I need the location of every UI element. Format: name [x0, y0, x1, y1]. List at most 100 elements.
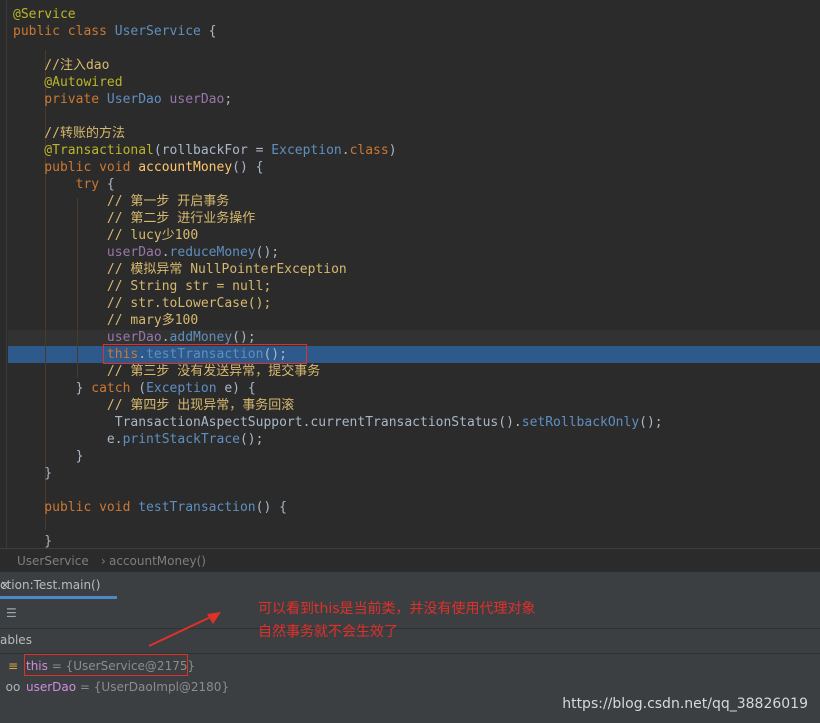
highlight-box-this-var	[24, 654, 188, 676]
code-token: accountMoney	[138, 160, 233, 175]
code-line[interactable]: }	[13, 465, 52, 482]
code-token: ();	[232, 330, 256, 345]
code-line[interactable]: //转账的方法	[13, 125, 125, 142]
breadcrumb-method[interactable]: accountMoney()	[109, 554, 206, 568]
code-line[interactable]: private UserDao userDao;	[13, 91, 232, 108]
code-token: () {	[255, 500, 287, 515]
code-line[interactable]: // 第二步 进行业务操作	[13, 210, 255, 227]
code-line[interactable]: public void accountMoney() {	[13, 159, 263, 176]
variable-row[interactable]: oo userDao = {UserDaoImpl@2180}	[0, 677, 229, 697]
code-token: (rollbackFor =	[153, 143, 272, 158]
tab-debug-session[interactable]: ction:Test.main() ×	[0, 572, 117, 599]
code-token: }	[13, 466, 53, 481]
code-line[interactable]: }	[13, 448, 84, 465]
code-line[interactable]: } catch (Exception e) {	[13, 380, 256, 397]
code-token: (	[138, 381, 147, 396]
frames-icon[interactable]: ☰	[6, 606, 20, 620]
breadcrumb: UserService › accountMoney()	[0, 548, 820, 573]
code-token: @Autowired	[13, 75, 123, 90]
code-line[interactable]: e.printStackTrace();	[13, 431, 264, 448]
code-line[interactable]: @Autowired	[13, 74, 123, 91]
code-token: userDao	[13, 330, 162, 345]
code-token: // 第一步 开启事务	[13, 194, 230, 209]
code-line[interactable]: // mary多100	[13, 312, 198, 329]
code-token: ().	[498, 415, 522, 430]
close-icon[interactable]: ×	[0, 578, 10, 592]
code-token: e.	[13, 432, 123, 447]
code-line[interactable]: // 第一步 开启事务	[13, 193, 229, 210]
code-line[interactable]: try {	[13, 176, 115, 193]
code-token: }	[13, 381, 92, 396]
code-token: {	[200, 24, 217, 39]
code-token: ();	[639, 415, 663, 430]
code-token: // mary多100	[13, 313, 199, 328]
code-token: )	[388, 143, 397, 158]
code-token: ();	[239, 432, 264, 447]
code-token: UserDao	[106, 92, 170, 107]
code-line[interactable]: TransactionAspectSupport.currentTransact…	[13, 414, 663, 431]
code-token: public void	[13, 160, 139, 175]
annotation-line-1: 可以看到this是当前类，并没有使用代理对象	[258, 601, 536, 617]
code-line[interactable]: public void testTransaction() {	[13, 499, 287, 516]
variable-value: {UserDaoImpl@2180}	[93, 680, 230, 694]
code-token: // String str = null;	[13, 279, 272, 294]
code-token: public class	[13, 24, 115, 39]
code-token: }	[13, 449, 84, 464]
variable-equals: =	[76, 680, 94, 694]
code-token: ;	[224, 92, 233, 107]
annotation-arrow	[148, 612, 221, 647]
code-token: //转账的方法	[13, 126, 125, 141]
code-token: e) {	[224, 381, 256, 396]
code-line[interactable]: // String str = null;	[13, 278, 271, 295]
code-token: () {	[232, 160, 264, 175]
tab-label: ction:Test.main()	[0, 578, 101, 592]
code-token: currentTransactionStatus	[310, 415, 499, 430]
code-token: userDao	[13, 245, 162, 260]
variables-header: ables	[0, 633, 32, 647]
annotation-line-2: 自然事务就不会生效了	[258, 624, 398, 640]
code-line[interactable]: // 第三步 没有发送异常，提交事务	[13, 363, 320, 380]
code-token: class	[349, 143, 389, 158]
code-token: userDao	[169, 92, 225, 107]
code-line[interactable]: }	[13, 533, 52, 548]
code-token: private	[13, 92, 107, 107]
code-token: try	[13, 177, 107, 192]
code-token: //注入dao	[13, 58, 110, 73]
code-token: // str.toLowerCase();	[13, 296, 272, 311]
code-token: reduceMoney	[169, 245, 256, 260]
code-line[interactable]: // lucy少100	[13, 227, 198, 244]
code-token: @Transactional	[13, 143, 154, 158]
breadcrumb-class[interactable]: UserService	[17, 554, 89, 568]
code-token: public void	[13, 500, 139, 515]
field-icon: ≡	[7, 659, 19, 673]
code-line[interactable]: @Transactional(rollbackFor = Exception.c…	[13, 142, 397, 159]
code-token: addMoney	[169, 330, 233, 345]
code-line[interactable]: userDao.reduceMoney();	[13, 244, 279, 261]
code-line[interactable]: // 模拟异常 NullPointerException	[13, 261, 347, 278]
code-token: @Service	[13, 7, 76, 22]
gutter	[6, 0, 7, 548]
code-token: catch	[91, 381, 139, 396]
code-token: printStackTrace	[122, 432, 240, 447]
divider	[0, 628, 820, 629]
watch-icon: oo	[5, 680, 21, 694]
code-line[interactable]: public class UserService {	[13, 23, 217, 40]
code-line[interactable]: // 第四步 出现异常，事务回滚	[13, 397, 294, 414]
code-token: Exception	[146, 381, 225, 396]
code-token: .	[341, 143, 350, 158]
code-token: .	[161, 245, 170, 260]
variable-name: userDao	[26, 680, 77, 694]
code-token: ();	[255, 245, 280, 260]
code-token: // 第二步 进行业务操作	[13, 211, 256, 226]
code-line[interactable]: // str.toLowerCase();	[13, 295, 271, 312]
code-editor[interactable]: @Service public class UserService { //注入d…	[0, 0, 820, 548]
code-line[interactable]: //注入dao	[13, 57, 109, 74]
code-token: TransactionAspectSupport.	[13, 415, 311, 430]
watermark: https://blog.csdn.net/qq_38826019	[562, 696, 808, 712]
code-token: testTransaction	[138, 500, 256, 515]
code-token: // 第四步 出现异常，事务回滚	[13, 398, 295, 413]
code-token: setRollbackOnly	[521, 415, 640, 430]
code-token: // 模拟异常 NullPointerException	[13, 262, 347, 277]
code-line[interactable]: @Service	[13, 6, 76, 23]
breadcrumb-separator: ›	[101, 554, 106, 568]
